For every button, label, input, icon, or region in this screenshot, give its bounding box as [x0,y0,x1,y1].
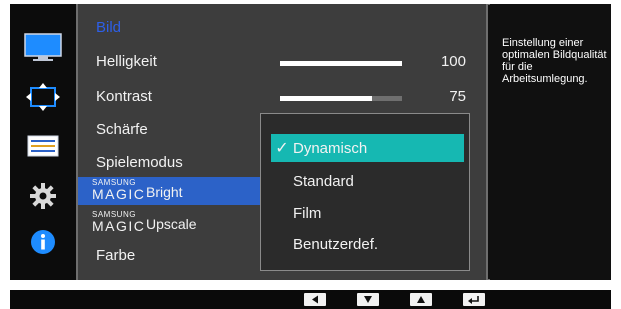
option-label: Dynamisch [293,139,368,157]
option-label: Benutzerdef. [293,235,379,253]
magic-upscale-brand: MAGIC [92,218,146,234]
brightness-bar[interactable] [280,61,402,66]
brightness-value: 100 [440,53,466,70]
screen-adjust-icon[interactable] [23,83,63,112]
info-icon[interactable] [23,228,63,256]
help-panel: Einstellung einer optimalen Bildqualität… [490,4,611,280]
magic-bright-feature: Bright [146,184,183,200]
up-arrow-icon[interactable] [410,293,432,306]
menu-item-contrast[interactable]: Kontrast [96,88,152,105]
osd-sidebar [10,4,76,280]
option-dynamisch[interactable]: ✓ Dynamisch [271,134,464,162]
checkmark-icon: ✓ [275,140,289,157]
magic-bright-dropdown: ✓ Dynamisch Standard Film Benutzerdef. [260,113,470,271]
gear-icon[interactable] [23,182,63,210]
option-standard[interactable]: Standard [271,167,464,195]
menu-item-color[interactable]: Farbe [96,247,135,264]
contrast-bar-fill [280,96,372,101]
down-arrow-icon[interactable] [357,293,379,306]
menu-title: Bild [96,19,122,36]
magic-upscale-feature: Upscale [146,216,197,232]
menu-item-game-mode[interactable]: Spielemodus [96,154,183,171]
contrast-bar[interactable] [280,96,402,101]
brightness-bar-fill [280,61,402,66]
control-bar [10,290,611,309]
menu-item-brightness[interactable]: Helligkeit [96,53,157,70]
contrast-value: 75 [449,88,466,105]
option-benutzerdef[interactable]: Benutzerdef. [271,230,464,258]
option-label: Standard [293,172,354,190]
picture-icon[interactable] [23,33,63,62]
magic-bright-brand: MAGIC [92,186,146,202]
system-settings-icon[interactable] [23,132,63,160]
enter-icon[interactable] [463,293,485,306]
option-film[interactable]: Film [271,199,464,227]
left-arrow-icon[interactable] [304,293,326,306]
menu-item-sharpness[interactable]: Schärfe [96,121,148,138]
option-label: Film [293,204,322,222]
help-text: Einstellung einer optimalen Bildqualität… [502,37,607,85]
